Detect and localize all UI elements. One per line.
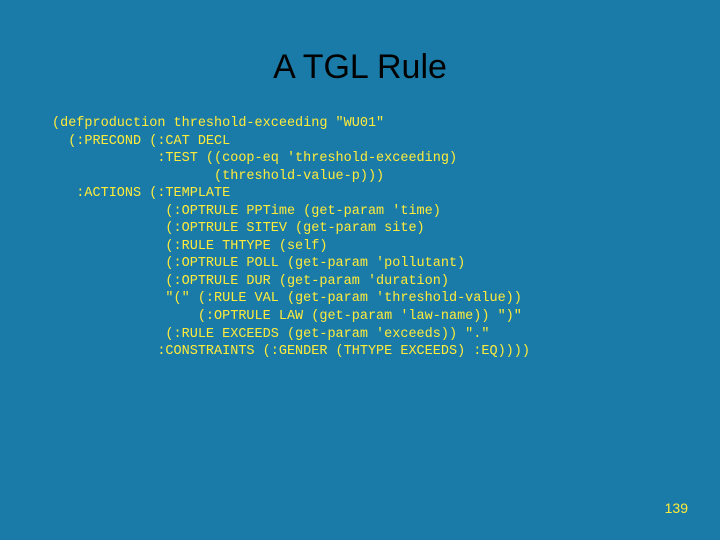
code-block: (defproduction threshold-exceeding "WU01… xyxy=(0,115,720,361)
slide-title: A TGL Rule xyxy=(0,0,720,115)
page-number: 139 xyxy=(665,500,688,516)
